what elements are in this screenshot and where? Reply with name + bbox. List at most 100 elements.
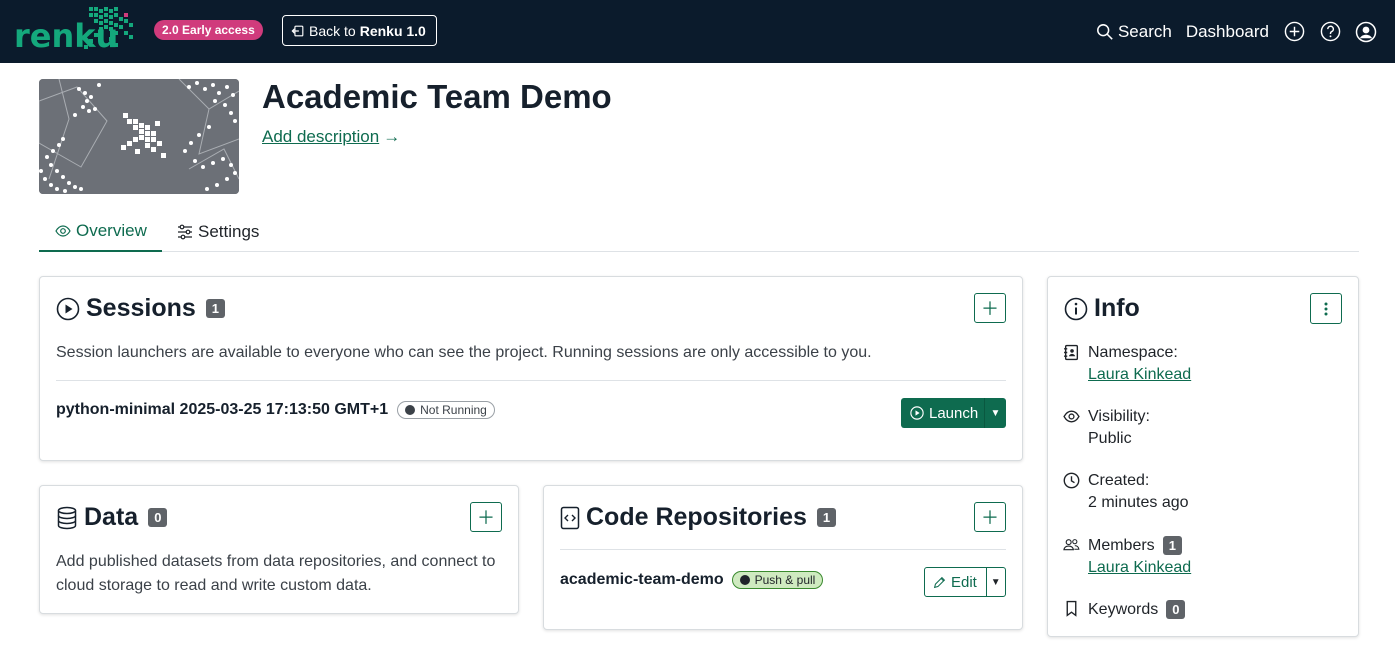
info-more-options-button[interactable] [1310,293,1342,324]
keywords-heading: Keywords 0 [1088,600,1186,619]
caret-down-icon: ▼ [990,576,1001,588]
help-circle-icon[interactable] [1319,21,1341,43]
member-link[interactable]: Laura Kinkead [1088,559,1191,577]
namespace-link[interactable]: Laura Kinkead [1088,366,1191,384]
database-icon [57,506,77,529]
sessions-card: Sessions 1 ＋ Session launchers are avail… [39,276,1023,461]
back-button-prefix: Back to [309,22,356,39]
visibility-value: Public [1088,430,1132,447]
search-icon [1096,23,1113,40]
sliders-icon [178,224,192,240]
renku-logo[interactable]: renku [12,5,142,57]
status-dot-icon [405,405,416,415]
code-repositories-divider [560,549,1006,550]
data-title: Data [84,503,139,531]
sessions-title: Sessions [86,294,196,322]
code-repositories-heading: Code Repositories 1 [560,503,837,532]
tab-settings[interactable]: Settings [177,212,259,252]
members-heading: Members 1 [1088,536,1191,555]
info-keywords: Keywords 0 [1063,598,1186,619]
data-count-badge: 0 [148,508,168,527]
people-icon [1063,539,1080,551]
keywords-label: Keywords [1088,600,1159,618]
project-tabs: Overview Settings [39,212,1359,252]
dashboard-label: Dashboard [1185,21,1269,41]
repository-row[interactable]: academic-team-demo Push & pull [560,571,824,589]
page-title: Academic Team Demo [262,78,612,115]
project-image-pattern [39,79,239,194]
plus-icon: ＋ [477,508,495,528]
launch-main-button[interactable]: Launch [901,405,984,422]
code-file-icon [560,506,580,529]
info-card: Info [1047,276,1359,637]
top-navbar: renku 2.0 Early access Back to Renku 1.0… [0,0,1395,63]
search-link[interactable]: Search [1096,22,1172,42]
eye-icon [55,225,71,237]
info-heading: Info [1064,294,1140,323]
data-card: Data 0 ＋ Add published datasets from dat… [39,485,519,614]
data-heading: Data 0 [56,503,168,532]
keywords-count-badge: 0 [1166,600,1186,619]
pencil-icon [933,576,946,588]
add-code-repository-button[interactable]: ＋ [974,502,1006,532]
add-description-link[interactable]: Add description → [262,127,400,147]
add-description-label: Add description [262,127,380,146]
launch-session-button[interactable]: Launch ▼ [901,398,1006,428]
user-account-icon[interactable] [1355,21,1377,43]
plus-icon: ＋ [981,508,999,528]
logo-lizard-icon [84,7,133,49]
namespace-label: Namespace: [1088,344,1178,361]
project-image [39,79,239,194]
back-to-renku-1-button[interactable]: Back to Renku 1.0 [282,15,437,46]
sessions-heading: Sessions 1 [56,294,226,323]
plus-icon: ＋ [981,299,999,319]
created-label: Created: [1088,472,1150,489]
code-repositories-count-badge: 1 [816,508,837,527]
repository-permission-badge: Push & pull [731,571,824,589]
eye-icon [1063,410,1080,423]
info-members: Members 1 Laura Kinkead [1063,534,1191,577]
edit-main-button[interactable]: Edit [925,574,986,591]
play-circle-icon [56,297,80,320]
info-namespace: Namespace: Laura Kinkead [1063,342,1191,384]
navbar-right: Search Dashboard [1096,0,1377,63]
kebab-menu-icon [1324,302,1328,315]
dashboard-link[interactable]: Dashboard [1186,22,1269,42]
play-circle-icon [910,406,924,420]
back-button-target: Renku 1.0 [359,22,426,39]
session-status-label: Not Running [420,403,487,417]
members-label: Members [1088,536,1155,554]
add-data-button[interactable]: ＋ [470,502,502,532]
session-status-badge: Not Running [397,401,495,419]
tab-overview[interactable]: Overview [39,212,162,252]
session-launcher-row[interactable]: python-minimal 2025-03-25 17:13:50 GMT+1… [56,401,495,419]
code-repositories-title: Code Repositories [586,503,807,531]
clock-icon [1063,472,1080,489]
info-circle-icon [1064,297,1088,320]
edit-dropdown-toggle[interactable]: ▼ [985,568,1005,596]
created-value: 2 minutes ago [1088,494,1189,511]
add-session-launcher-button[interactable]: ＋ [974,293,1006,323]
caret-down-icon: ▼ [990,407,1001,419]
repository-name: academic-team-demo [560,571,724,588]
edit-repository-button[interactable]: Edit ▼ [924,567,1006,597]
bookmark-icon [1066,600,1077,617]
status-dot-icon [739,575,750,585]
arrow-right-icon: → [383,127,401,146]
edit-label: Edit [951,573,977,591]
tab-overview-label: Overview [76,221,147,240]
search-label: Search [1117,21,1172,41]
session-launcher-name: python-minimal 2025-03-25 17:13:50 GMT+1 [56,401,389,418]
plus-circle-icon[interactable] [1283,21,1305,43]
launch-label: Launch [929,404,979,422]
namespace-icon [1064,344,1079,361]
info-created: Created: 2 minutes ago [1063,470,1189,512]
members-count-badge: 1 [1162,536,1182,555]
sessions-divider [56,380,1006,381]
launch-dropdown-toggle[interactable]: ▼ [984,398,1006,428]
exit-icon [291,25,304,36]
data-description: Add published datasets from data reposit… [56,553,496,594]
code-repositories-card: Code Repositories 1 ＋ academic-team-demo… [543,485,1023,630]
sessions-count-badge: 1 [205,299,226,318]
visibility-label: Visibility: [1088,408,1150,425]
